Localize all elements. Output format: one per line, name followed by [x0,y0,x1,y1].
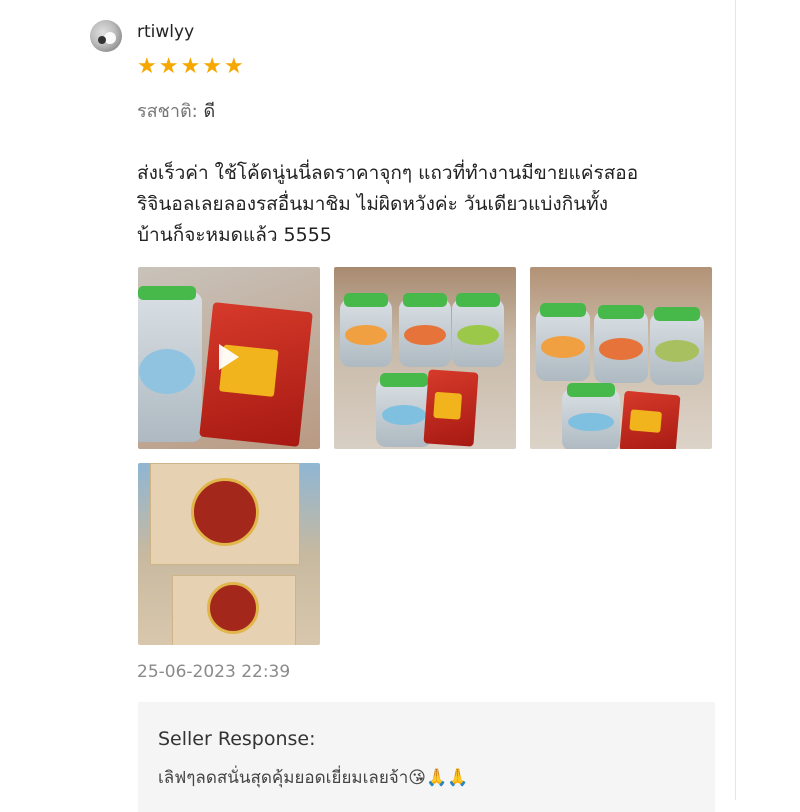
jar-lid [138,286,197,300]
jar-image [536,303,590,381]
box-seal [191,478,259,546]
avatar[interactable] [90,20,122,52]
jar-lid [456,293,500,307]
jar-image [650,307,704,385]
snack-bag-image [199,302,313,447]
play-icon[interactable] [219,344,239,370]
jar-label [381,404,427,426]
jar-label [345,324,387,346]
review-line: ริจินอลเลยลองรสอื่นมาชิม ไม่ผิดหวังค่ะ ว… [137,193,608,215]
rating-stars: ★ ★ ★ ★ ★ [137,56,244,78]
jar-lid [380,373,428,387]
review-text: ส่งเร็วค่า ใช้โค้ดนู่นนี่ลดราคาจุกๆ แถวท… [137,158,737,251]
media-video-thumbnail[interactable] [138,267,320,449]
attribute-label: รสชาติ: [137,101,198,122]
star-icon: ★ [223,54,244,79]
box-image [172,575,296,645]
jar-label [541,336,585,358]
review-line: บ้านก็จะหมดแล้ว 5555 [137,224,332,246]
media-image-thumbnail[interactable] [530,267,712,449]
jar-label [567,412,615,432]
review-datetime: 25-06-2023 22:39 [137,662,291,682]
jar-image [562,383,620,449]
jar-image [594,305,648,383]
seller-response: Seller Response: เลิฟๆลดสนั่นสุดคุ้มยอดเ… [138,702,715,812]
attribute-value: ดี [203,101,216,122]
jar-image [340,293,392,367]
right-divider [735,0,736,800]
jar-label [655,340,699,362]
star-icon: ★ [180,54,201,79]
jar-lid [598,305,644,319]
jar-label [139,349,195,394]
seller-response-text: เลิฟๆลดสนั่นสุดคุ้มยอดเยี่ยมเลยจ้า😘🙏🙏 [158,768,469,788]
jar-lid [540,303,586,317]
jar-image [452,293,504,367]
jar-image [399,293,451,367]
seller-response-title: Seller Response: [158,728,316,750]
box-seal [207,582,259,634]
taste-attribute: รสชาติ: ดี [137,96,215,125]
jar-lid [654,307,700,321]
media-image-thumbnail[interactable] [334,267,516,449]
review-line: ส่งเร็วค่า ใช้โค้ดนู่นนี่ลดราคาจุกๆ แถวท… [137,162,639,184]
bag-label [432,392,463,420]
jar-label [599,338,643,360]
box-image [150,463,300,565]
star-icon: ★ [202,54,222,79]
avatar-spot [98,36,106,44]
jar-lid [403,293,447,307]
bag-label [629,409,663,433]
snack-bag-image [619,390,681,449]
jar-label [404,324,446,346]
jar-image [138,286,202,442]
jar-lid [344,293,388,307]
reviewer-username[interactable]: rtiwlyy [137,22,194,42]
star-icon: ★ [137,54,157,79]
snack-bag-image [423,369,479,447]
media-image-thumbnail[interactable] [138,463,320,645]
star-icon: ★ [158,54,179,79]
jar-lid [566,383,616,397]
jar-label [457,324,499,346]
